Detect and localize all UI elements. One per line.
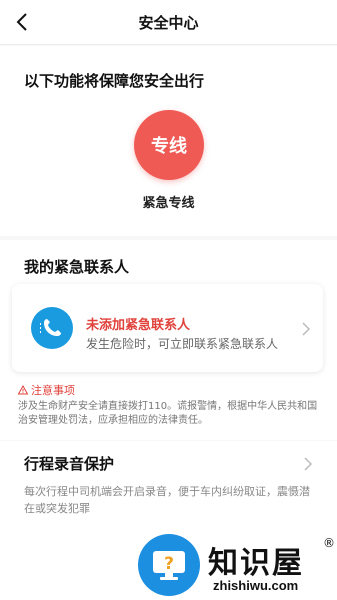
app-header: 安全中心: [0, 0, 337, 45]
help-monitor-icon: ?: [138, 534, 200, 596]
watermark-name: 知识屋: [208, 546, 304, 581]
notice-heading: 注意事项: [18, 382, 75, 398]
notice-body: 涉及生命财产安全请直接拨打110。谎报警情，根据中华人民共和国治安管理处罚法，应…: [18, 401, 318, 426]
page-title: 安全中心: [138, 14, 199, 32]
contacts-section: 我的紧急联系人 未添加紧急联系人 发生危险时，可立即联系紧急联系人 注意事项 涉…: [0, 240, 337, 440]
phone-icon: [31, 307, 73, 349]
recording-description: 每次行程中司机端会开启录音，便于车内纠纷取证，震慑潜在或突发犯罪: [24, 485, 310, 515]
recording-title: 行程录音保护: [24, 455, 115, 473]
registered-mark: ®: [323, 536, 335, 550]
hotline-button-text: 专线: [151, 136, 187, 157]
chevron-right-icon: [304, 457, 313, 471]
watermark-domain: zhishiwu.com: [213, 578, 299, 593]
notice-title: 注意事项: [31, 384, 75, 397]
svg-text:?: ?: [164, 554, 174, 574]
contact-card-title: 未添加紧急联系人: [86, 318, 191, 333]
intro-section: 以下功能将保障您安全出行 专线 紧急专线: [0, 46, 337, 236]
intro-title: 以下功能将保障您安全出行: [24, 72, 205, 90]
add-emergency-contact-card[interactable]: 未添加紧急联系人 发生危险时，可立即联系紧急联系人: [12, 284, 323, 372]
chevron-right-icon: [302, 322, 311, 336]
contact-card-subtitle: 发生危险时，可立即联系紧急联系人: [86, 337, 279, 351]
hotline-label: 紧急专线: [142, 196, 195, 211]
warning-icon: [18, 385, 28, 395]
emergency-hotline-button[interactable]: 专线: [134, 110, 204, 180]
contacts-section-title: 我的紧急联系人: [24, 258, 130, 276]
site-watermark: ? 知识屋 ® zhishiwu.com: [138, 534, 337, 600]
